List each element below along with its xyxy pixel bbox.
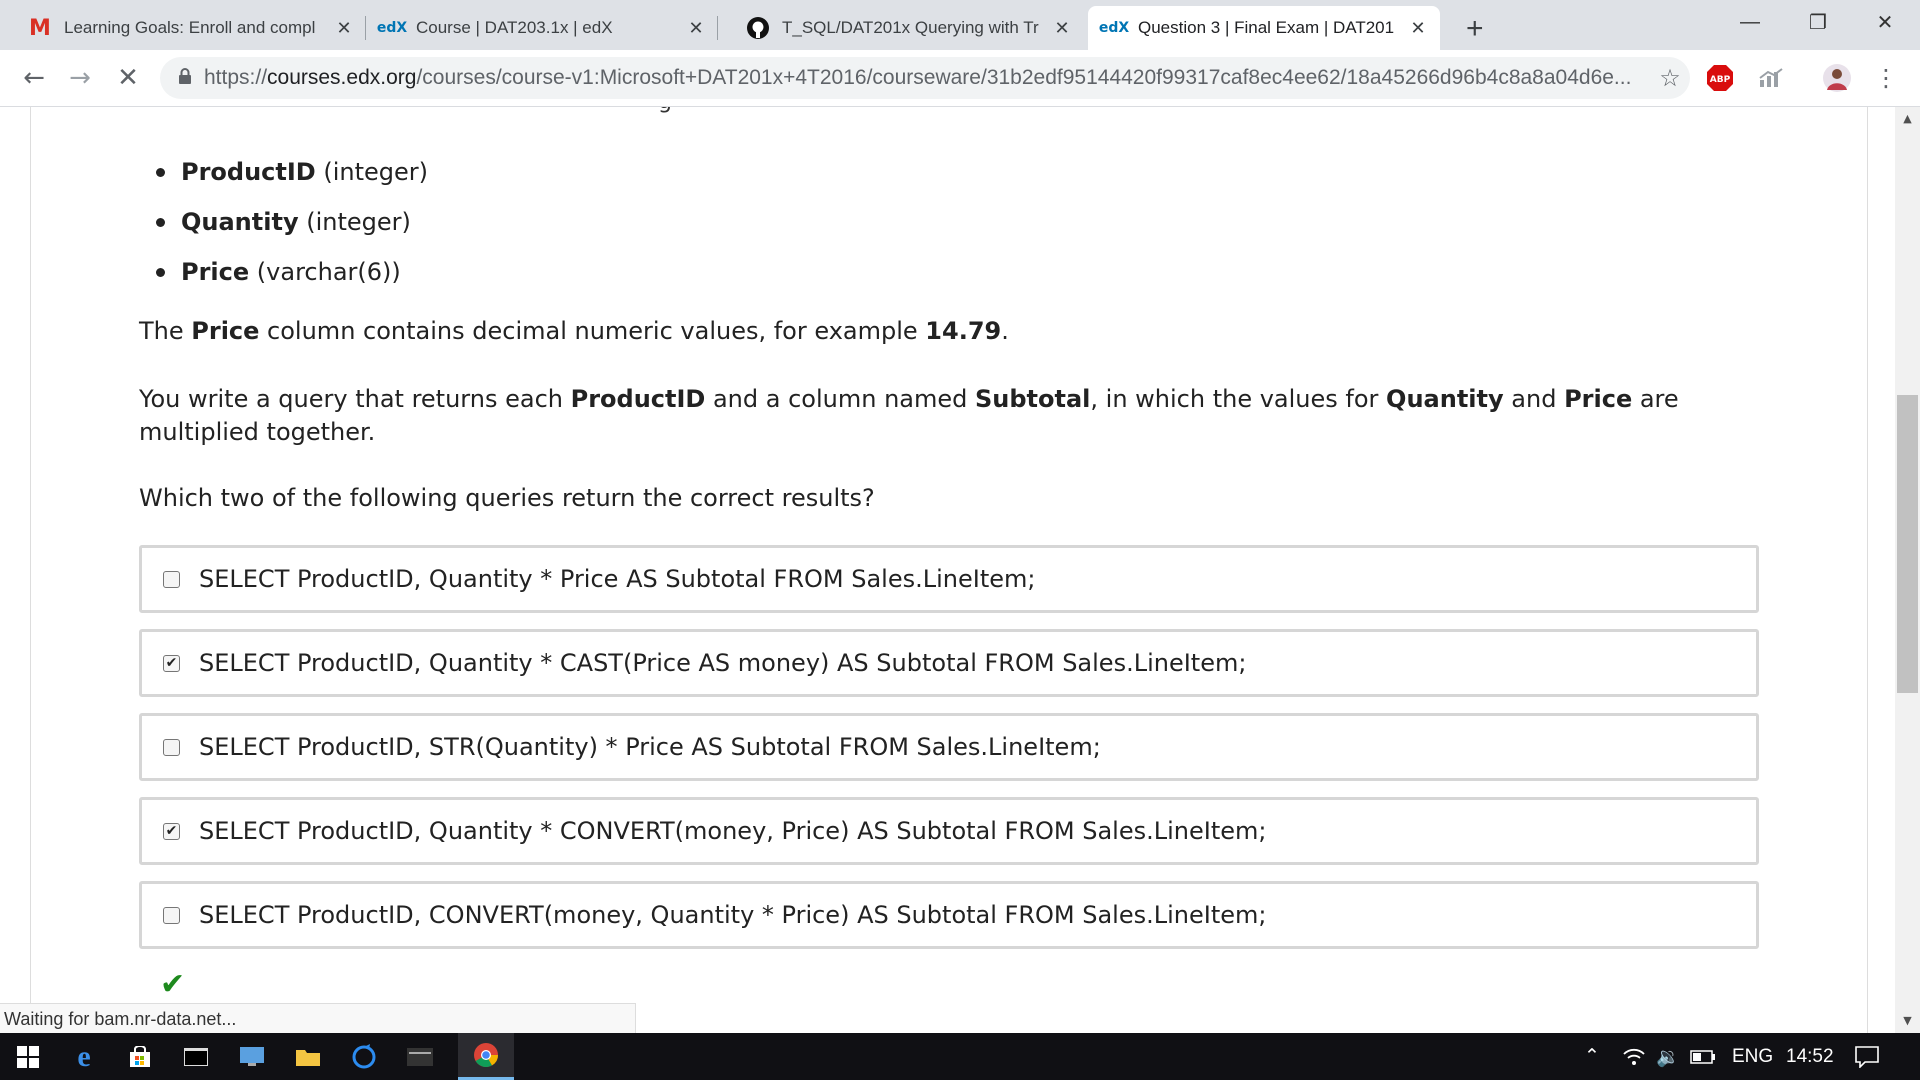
windows-start-icon[interactable] xyxy=(0,1033,56,1080)
field-type: (integer) xyxy=(306,208,411,236)
close-tab-icon[interactable]: ✕ xyxy=(1408,18,1428,39)
choice-label: SELECT ProductID, Quantity * Price AS Su… xyxy=(199,565,1036,593)
scroll-up-arrow-icon[interactable]: ▲ xyxy=(1895,107,1920,131)
edge-browser-icon[interactable]: e xyxy=(56,1033,112,1080)
browser-toolbar: ← → ✕ https://courses.edx.org/courses/co… xyxy=(0,50,1920,107)
field-type: (varchar(6)) xyxy=(256,258,401,286)
answer-choice[interactable]: ✔ SELECT ProductID, Quantity * CAST(Pric… xyxy=(139,629,1759,697)
edx-icon: edX xyxy=(1098,20,1130,36)
edx-icon: edX xyxy=(376,20,408,36)
stop-loading-button[interactable]: ✕ xyxy=(112,62,144,94)
close-tab-icon[interactable]: ✕ xyxy=(686,18,706,39)
extension-chart-icon[interactable] xyxy=(1756,63,1786,93)
new-tab-button[interactable]: + xyxy=(1466,12,1484,46)
close-window-button[interactable]: ✕ xyxy=(1850,0,1920,44)
tab-title: Learning Goals: Enroll and compl xyxy=(64,18,316,37)
url-path: /courses/course-v1:Microsoft+DAT201x+4T2… xyxy=(416,66,1632,89)
tab-github[interactable]: T_SQL/DAT201x Querying with Tr ✕ xyxy=(732,6,1084,50)
clipped-text-fragment: g xyxy=(658,107,672,114)
github-icon xyxy=(746,16,770,40)
lock-icon xyxy=(178,67,192,89)
command-prompt-icon[interactable] xyxy=(168,1033,224,1080)
page-content: g ProductID (integer) Quantity (integer)… xyxy=(0,107,1895,1033)
choice-label: SELECT ProductID, Quantity * CAST(Price … xyxy=(199,649,1247,677)
url-host: courses.edx.org xyxy=(267,66,417,89)
notifications-icon[interactable] xyxy=(1855,1033,1879,1080)
checkbox-checked[interactable]: ✔ xyxy=(163,654,180,672)
field-name: Quantity xyxy=(181,208,299,236)
choice-label: SELECT ProductID, CONVERT(money, Quantit… xyxy=(199,901,1267,929)
remote-desktop-icon[interactable] xyxy=(224,1033,280,1080)
app-refresh-icon[interactable] xyxy=(336,1033,392,1080)
tray-overflow-chevron-icon[interactable]: ⌃ xyxy=(1584,1033,1600,1080)
forward-button[interactable]: → xyxy=(64,62,96,94)
back-button[interactable]: ← xyxy=(18,62,50,94)
checkbox-unchecked[interactable] xyxy=(163,570,180,588)
checkbox-unchecked[interactable] xyxy=(163,906,180,924)
answer-choice[interactable]: SELECT ProductID, STR(Quantity) * Price … xyxy=(139,713,1759,781)
address-bar[interactable]: https://courses.edx.org/courses/course-v… xyxy=(160,57,1690,99)
column-list: ProductID (integer) Quantity (integer) P… xyxy=(150,147,428,297)
answer-choice[interactable]: SELECT ProductID, Quantity * Price AS Su… xyxy=(139,545,1759,613)
tab-strip: M Learning Goals: Enroll and compl ✕ edX… xyxy=(0,0,1920,50)
tab-title: T_SQL/DAT201x Querying with Tr xyxy=(782,18,1039,37)
list-item: ProductID (integer) xyxy=(150,147,428,197)
sql-tool-icon[interactable] xyxy=(392,1033,448,1080)
status-bar: Waiting for bam.nr-data.net... xyxy=(0,1003,636,1033)
battery-icon[interactable] xyxy=(1690,1033,1716,1080)
correct-checkmark-icon: ✔ xyxy=(160,967,186,1002)
list-item: Quantity (integer) xyxy=(150,197,428,247)
price-description: The Price column contains decimal numeri… xyxy=(139,317,1009,345)
adblock-plus-icon[interactable]: ABP xyxy=(1705,63,1735,93)
tab-title: Course | DAT203.1x | edX xyxy=(416,18,613,37)
volume-icon[interactable]: 🔉 xyxy=(1656,1033,1680,1080)
choice-label: SELECT ProductID, STR(Quantity) * Price … xyxy=(199,733,1101,761)
chrome-menu-icon[interactable]: ⋮ xyxy=(1874,63,1898,93)
url-text: https://courses.edx.org/courses/course-v… xyxy=(204,66,1650,90)
bookmark-star-icon[interactable]: ☆ xyxy=(1650,64,1690,92)
clock[interactable]: 14:52 xyxy=(1786,1033,1834,1080)
chrome-icon[interactable] xyxy=(458,1033,514,1080)
field-type: (integer) xyxy=(323,158,429,186)
tab-gmail[interactable]: M Learning Goals: Enroll and compl ✕ xyxy=(14,6,366,50)
gmail-icon: M xyxy=(29,15,51,41)
tab-title: Question 3 | Final Exam | DAT201 xyxy=(1138,18,1395,37)
vertical-scrollbar[interactable]: ▲ ▼ xyxy=(1895,107,1920,1033)
abp-label: ABP xyxy=(1710,75,1731,85)
answer-choice[interactable]: SELECT ProductID, CONVERT(money, Quantit… xyxy=(139,881,1759,949)
question-description: You write a query that returns each Prod… xyxy=(139,385,1679,446)
choice-label: SELECT ProductID, Quantity * CONVERT(mon… xyxy=(199,817,1267,845)
close-tab-icon[interactable]: ✕ xyxy=(1052,18,1072,39)
field-name: ProductID xyxy=(181,158,316,186)
tab-question-active[interactable]: edX Question 3 | Final Exam | DAT201 ✕ xyxy=(1088,6,1440,50)
profile-avatar[interactable] xyxy=(1820,63,1854,93)
file-explorer-icon[interactable] xyxy=(280,1033,336,1080)
field-name: Price xyxy=(181,258,250,286)
checkbox-unchecked[interactable] xyxy=(163,738,180,756)
scrollbar-thumb[interactable] xyxy=(1897,395,1918,693)
minimize-button[interactable]: — xyxy=(1715,0,1785,44)
url-scheme: https:// xyxy=(204,66,268,89)
checkbox-checked[interactable]: ✔ xyxy=(163,822,180,840)
wifi-icon[interactable] xyxy=(1622,1033,1646,1080)
tab-separator xyxy=(717,16,718,40)
windows-taskbar: e ⌃ 🔉 ENG 14:52 xyxy=(0,1033,1920,1080)
list-item: Price (varchar(6)) xyxy=(150,247,428,297)
language-indicator[interactable]: ENG xyxy=(1732,1033,1773,1080)
close-tab-icon[interactable]: ✕ xyxy=(334,18,354,39)
restore-button[interactable]: ❐ xyxy=(1783,0,1853,44)
question-prompt: Which two of the following queries retur… xyxy=(139,484,875,512)
store-icon[interactable] xyxy=(112,1033,168,1080)
scroll-down-arrow-icon[interactable]: ▼ xyxy=(1895,1009,1920,1033)
answer-choice[interactable]: ✔ SELECT ProductID, Quantity * CONVERT(m… xyxy=(139,797,1759,865)
tab-course[interactable]: edX Course | DAT203.1x | edX ✕ xyxy=(366,6,718,50)
